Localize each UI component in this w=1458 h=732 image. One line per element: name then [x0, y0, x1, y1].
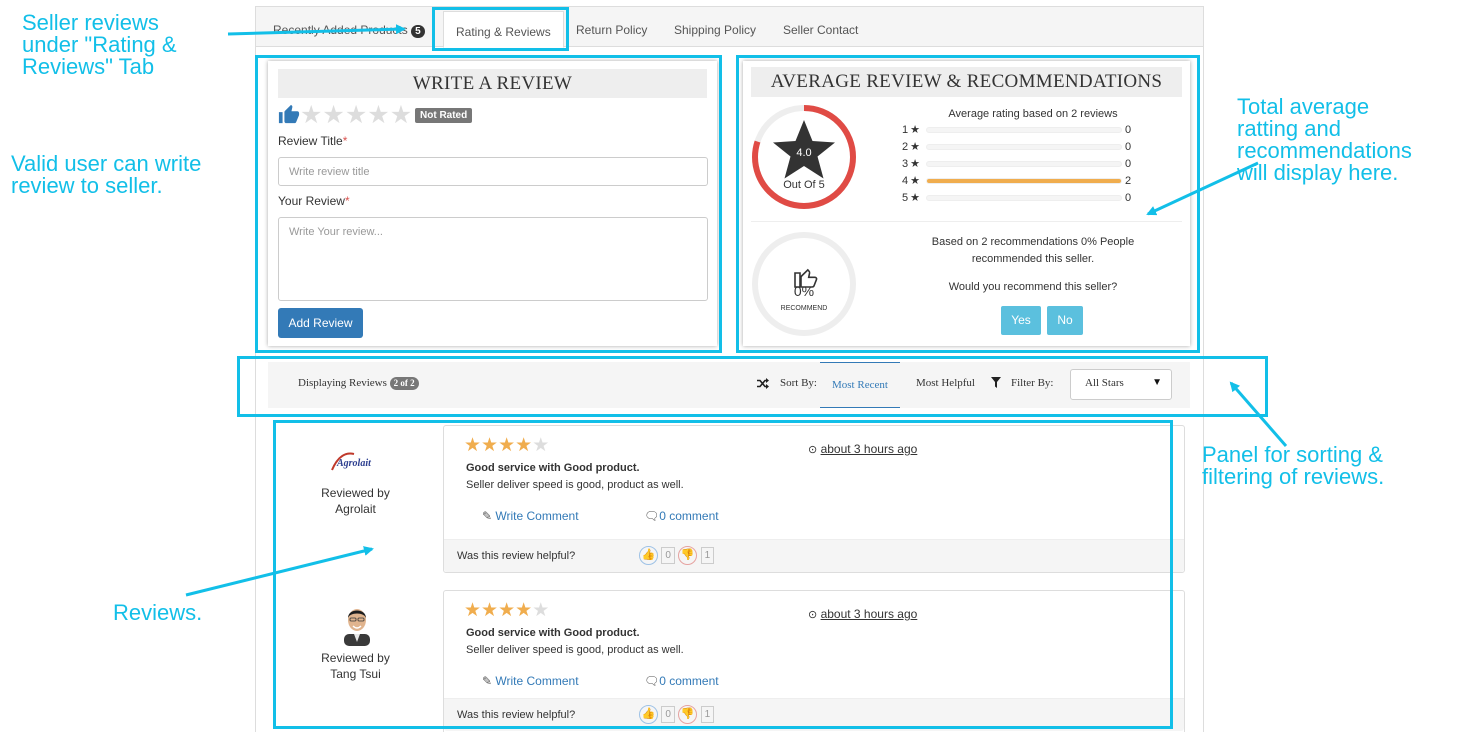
- tab-bar: Recently Added Products 5 Rating & Revie…: [256, 7, 1203, 48]
- callout-line: review to seller.: [11, 173, 163, 198]
- callout-reviews: Reviews.: [113, 600, 203, 625]
- callout-line: Seller reviews: [22, 10, 159, 35]
- callout-line: Panel for sorting &: [1202, 442, 1383, 467]
- tab-return-policy[interactable]: Return Policy: [576, 23, 647, 37]
- highlight-sort-panel: [237, 356, 1268, 417]
- highlight-reviews: [273, 420, 1173, 729]
- callout-line: recommendations: [1237, 138, 1412, 163]
- tab-label: Recently Added Products: [273, 23, 408, 37]
- callout-line: Reviews" Tab: [22, 54, 155, 79]
- callout-line: under "Rating &: [22, 32, 177, 57]
- tab-seller-contact[interactable]: Seller Contact: [783, 23, 858, 37]
- highlight-rating-tab: [432, 7, 569, 51]
- tab-recently-added-products[interactable]: Recently Added Products 5: [273, 23, 425, 38]
- callout-tab: Seller reviews under "Rating & Reviews" …: [22, 12, 177, 78]
- callout-write-review: Valid user can write review to seller.: [11, 153, 201, 197]
- callout-line: ratting and: [1237, 116, 1341, 141]
- callout-line: Total average: [1237, 94, 1370, 119]
- callout-line: will display here.: [1237, 160, 1399, 185]
- callout-sort-panel: Panel for sorting & filtering of reviews…: [1202, 444, 1384, 488]
- highlight-write-review: [255, 55, 722, 353]
- highlight-average-review: [736, 55, 1200, 353]
- tab-shipping-policy[interactable]: Shipping Policy: [674, 23, 756, 37]
- callout-average: Total average ratting and recommendation…: [1237, 96, 1412, 184]
- product-count-badge: 5: [411, 25, 425, 38]
- callout-line: filtering of reviews.: [1202, 464, 1385, 489]
- callout-line: Valid user can write: [11, 151, 202, 176]
